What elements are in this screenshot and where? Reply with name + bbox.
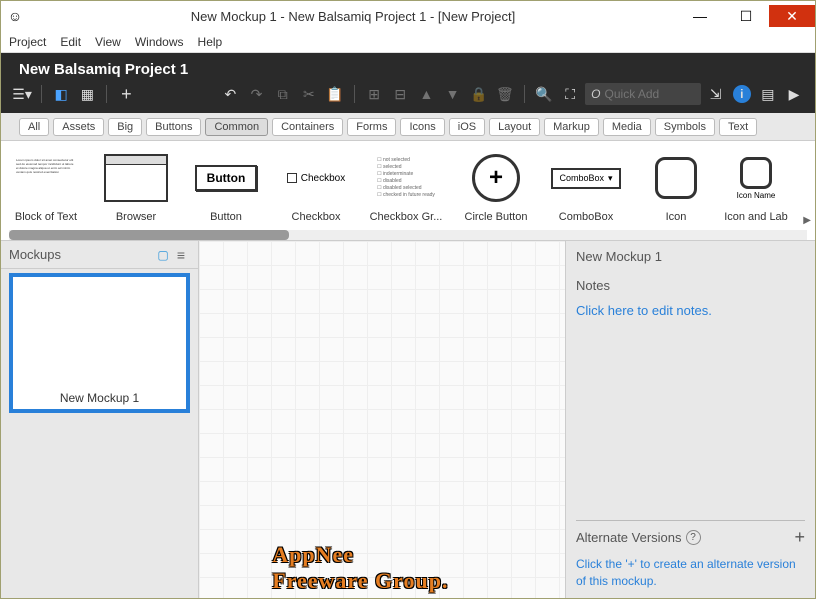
toolbar: ☰▾ ◧ ▦ + ↶ ↷ ⧉ ✂ 📋 ⊞ ⊟ ▲ ▼ 🔒 🗑 🔍 ⛶ O xyxy=(11,80,805,108)
add-alternate-button[interactable]: + xyxy=(794,527,805,548)
quick-add-input[interactable] xyxy=(605,87,695,101)
watermark: AppNee Freeware Group. xyxy=(272,542,455,594)
paste-icon[interactable]: 📋 xyxy=(324,82,346,106)
add-icon[interactable]: + xyxy=(115,82,137,106)
cat-common[interactable]: Common xyxy=(205,118,268,136)
component-circle-button[interactable]: + Circle Button xyxy=(451,147,541,240)
menu-project[interactable]: Project xyxy=(9,35,46,49)
cat-symbols[interactable]: Symbols xyxy=(655,118,715,136)
info-icon[interactable]: i xyxy=(731,82,753,106)
search-icon[interactable]: 🔍 xyxy=(533,82,555,106)
alternate-placeholder[interactable]: Click the '+' to create an alternate ver… xyxy=(576,556,805,590)
cat-layout[interactable]: Layout xyxy=(489,118,540,136)
list-icon[interactable]: ▤ xyxy=(757,82,779,106)
inspector-panel: New Mockup 1 Notes Click here to edit no… xyxy=(565,241,815,598)
mockup-thumb-label: New Mockup 1 xyxy=(13,387,186,409)
group-icon[interactable]: ⊞ xyxy=(363,82,385,106)
menubar: Project Edit View Windows Help xyxy=(1,31,815,53)
ungroup-icon[interactable]: ⊟ xyxy=(389,82,411,106)
delete-icon[interactable]: 🗑 xyxy=(494,82,516,106)
app-icon: ☺ xyxy=(1,8,29,24)
help-icon[interactable]: ? xyxy=(686,530,701,545)
component-button[interactable]: Button Button xyxy=(181,147,271,240)
panel-toggle-icon[interactable]: ◧ xyxy=(50,82,72,106)
notes-placeholder[interactable]: Click here to edit notes. xyxy=(576,303,805,318)
redo-icon[interactable]: ↷ xyxy=(245,82,267,106)
alternate-versions-label: Alternate Versions xyxy=(576,530,682,545)
component-icon[interactable]: Icon xyxy=(631,147,721,240)
cat-all[interactable]: All xyxy=(19,118,49,136)
project-title: New Balsamiq Project 1 xyxy=(11,57,805,80)
share-icon[interactable]: ⇲ xyxy=(705,82,727,106)
component-block-of-text[interactable]: Lorem ipsum dolor sit amet consectetur e… xyxy=(1,147,91,240)
cat-ios[interactable]: iOS xyxy=(449,118,485,136)
cat-assets[interactable]: Assets xyxy=(53,118,104,136)
maximize-button[interactable]: ☐ xyxy=(723,5,769,27)
cat-forms[interactable]: Forms xyxy=(347,118,396,136)
play-icon[interactable]: ▶ xyxy=(783,82,805,106)
menu-windows[interactable]: Windows xyxy=(135,35,184,49)
undo-icon[interactable]: ↶ xyxy=(219,82,241,106)
cat-big[interactable]: Big xyxy=(108,118,142,136)
sidebar-title: Mockups xyxy=(9,247,154,262)
grid-view-icon[interactable]: ▦ xyxy=(76,82,98,106)
cat-markup[interactable]: Markup xyxy=(544,118,599,136)
cat-buttons[interactable]: Buttons xyxy=(146,118,201,136)
zoom-icon[interactable]: ⛶ xyxy=(559,82,581,106)
menu-help[interactable]: Help xyxy=(198,35,223,49)
cat-text[interactable]: Text xyxy=(719,118,757,136)
menu-edit[interactable]: Edit xyxy=(60,35,81,49)
window-title: New Mockup 1 - New Balsamiq Project 1 - … xyxy=(29,9,677,24)
component-browser[interactable]: Browser xyxy=(91,147,181,240)
titlebar: ☺ New Mockup 1 - New Balsamiq Project 1 … xyxy=(1,1,815,31)
send-back-icon[interactable]: ▼ xyxy=(441,82,463,106)
mockup-thumbnail[interactable]: New Mockup 1 xyxy=(9,273,190,413)
cat-containers[interactable]: Containers xyxy=(272,118,343,136)
hamburger-menu-icon[interactable]: ☰▾ xyxy=(11,82,33,106)
component-icon-and-label[interactable]: Icon Name Icon and Lab xyxy=(721,147,791,240)
component-combobox[interactable]: ComboBox▾ ComboBox xyxy=(541,147,631,240)
bring-front-icon[interactable]: ▲ xyxy=(415,82,437,106)
inspector-title: New Mockup 1 xyxy=(576,249,805,264)
component-shelf: Lorem ipsum dolor sit amet consectetur e… xyxy=(1,141,815,241)
sidebar-list-icon[interactable]: ≡ xyxy=(172,247,190,263)
shelf-scroll-right-icon[interactable]: ▶ xyxy=(803,215,811,226)
lock-icon[interactable]: 🔒 xyxy=(468,82,490,106)
menu-view[interactable]: View xyxy=(95,35,121,49)
sidebar-view-icon[interactable]: ▢ xyxy=(154,248,172,262)
mockups-sidebar: Mockups ▢ ≡ New Mockup 1 xyxy=(1,241,199,598)
cut-icon[interactable]: ✂ xyxy=(298,82,320,106)
shelf-scrollbar[interactable] xyxy=(9,230,807,240)
notes-label: Notes xyxy=(576,278,805,293)
close-button[interactable]: ✕ xyxy=(769,5,815,27)
component-checkbox[interactable]: Checkbox Checkbox xyxy=(271,147,361,240)
quick-add-prefix: O xyxy=(591,87,600,101)
quick-add-box[interactable]: O xyxy=(585,83,700,105)
cat-media[interactable]: Media xyxy=(603,118,651,136)
minimize-button[interactable]: — xyxy=(677,5,723,27)
canvas[interactable]: AppNee Freeware Group. xyxy=(199,241,565,598)
component-checkbox-group[interactable]: not selectedselectedindeterminate disabl… xyxy=(361,147,451,240)
copy-icon[interactable]: ⧉ xyxy=(272,82,294,106)
cat-icons[interactable]: Icons xyxy=(400,118,444,136)
category-bar: All Assets Big Buttons Common Containers… xyxy=(1,113,815,141)
